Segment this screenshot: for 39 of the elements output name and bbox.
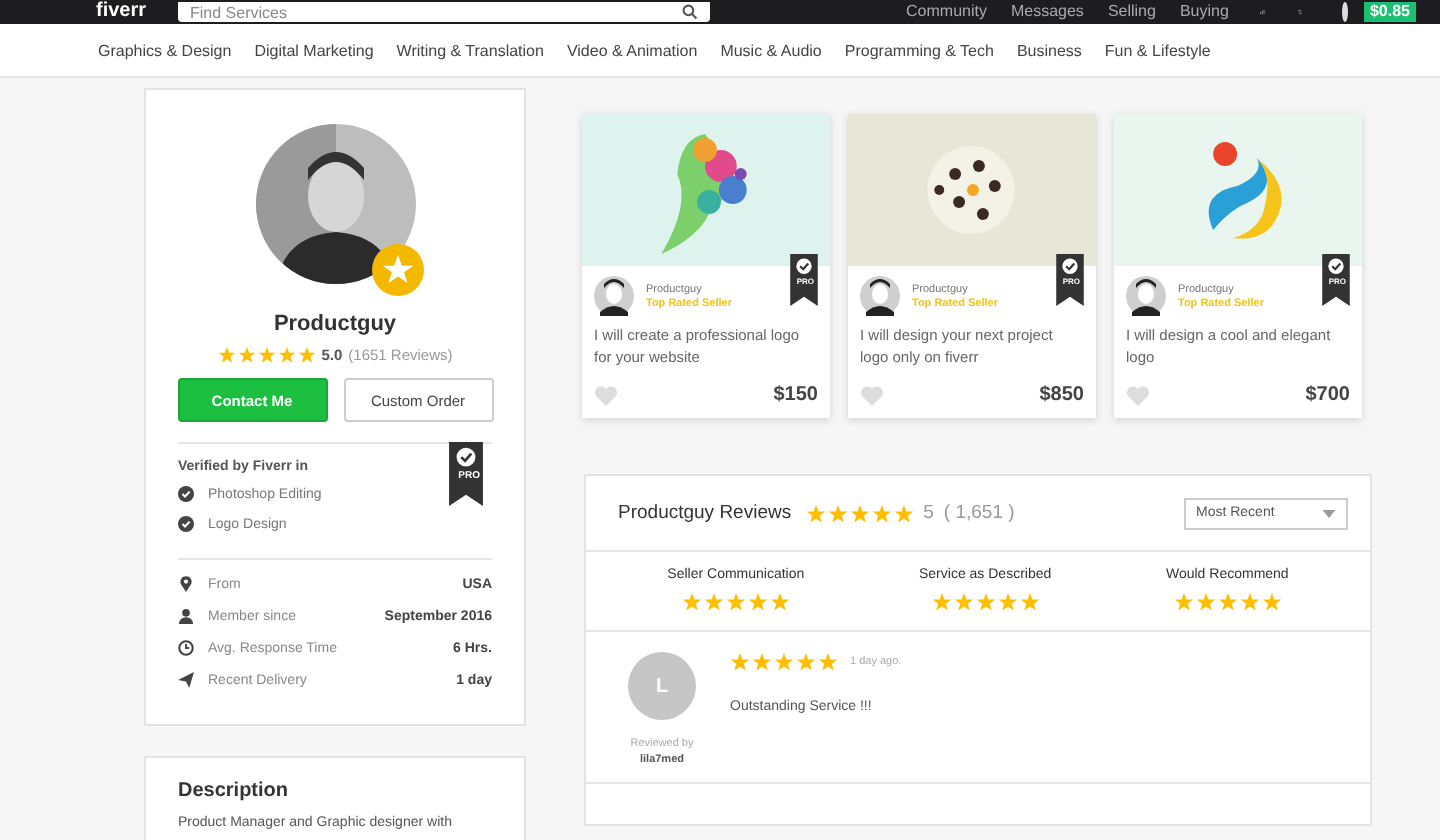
- star-badge-icon: [371, 244, 423, 296]
- rating-score: 5: [923, 502, 934, 524]
- pro-badge-icon: [1056, 254, 1084, 306]
- search-icon[interactable]: [682, 4, 699, 20]
- category-link[interactable]: Writing & Translation: [396, 41, 544, 59]
- category-link[interactable]: Music & Audio: [720, 41, 822, 59]
- search-field[interactable]: Find Services: [178, 2, 711, 22]
- category-link[interactable]: Digital Marketing: [254, 41, 374, 59]
- seller-avatar-icon: [860, 276, 900, 316]
- nav-link[interactable]: Selling: [1107, 2, 1156, 22]
- location-pin-icon: [178, 576, 194, 592]
- pro-badge-icon: [448, 442, 484, 506]
- section-title: Description: [178, 780, 291, 802]
- check-icon: [178, 486, 194, 502]
- category-link[interactable]: Business: [1016, 41, 1082, 59]
- seller-avatar-icon: [594, 276, 634, 316]
- gig-price: $150: [773, 384, 818, 406]
- reviewer-avatar: L: [628, 652, 696, 720]
- category-link[interactable]: Graphics & Design: [98, 41, 232, 59]
- nav-link[interactable]: Buying: [1179, 2, 1229, 22]
- logo[interactable]: fiverr: [96, 2, 147, 22]
- review-count: ( 1,651 ): [943, 502, 1015, 524]
- seller-avatar-icon: [1126, 276, 1166, 316]
- category-link[interactable]: Video & Animation: [566, 41, 698, 59]
- gig-price: $700: [1305, 384, 1350, 406]
- pro-badge-icon: [790, 254, 818, 306]
- nav-link[interactable]: Community: [906, 2, 987, 22]
- nav-link[interactable]: Messages: [1010, 2, 1084, 22]
- person-icon: [178, 608, 194, 624]
- gig-price: $850: [1039, 384, 1084, 406]
- category-link[interactable]: Programming & Tech: [844, 41, 994, 59]
- clock-icon: [178, 640, 194, 656]
- category-link[interactable]: Fun & Lifestyle: [1104, 41, 1211, 59]
- reviews-title: Productguy Reviews: [618, 502, 792, 524]
- check-icon: [178, 516, 194, 532]
- send-icon: [178, 672, 194, 688]
- seller-name: Productguy: [273, 312, 397, 336]
- caret-icon: [1322, 509, 1336, 517]
- pro-badge-icon: [1322, 254, 1350, 306]
